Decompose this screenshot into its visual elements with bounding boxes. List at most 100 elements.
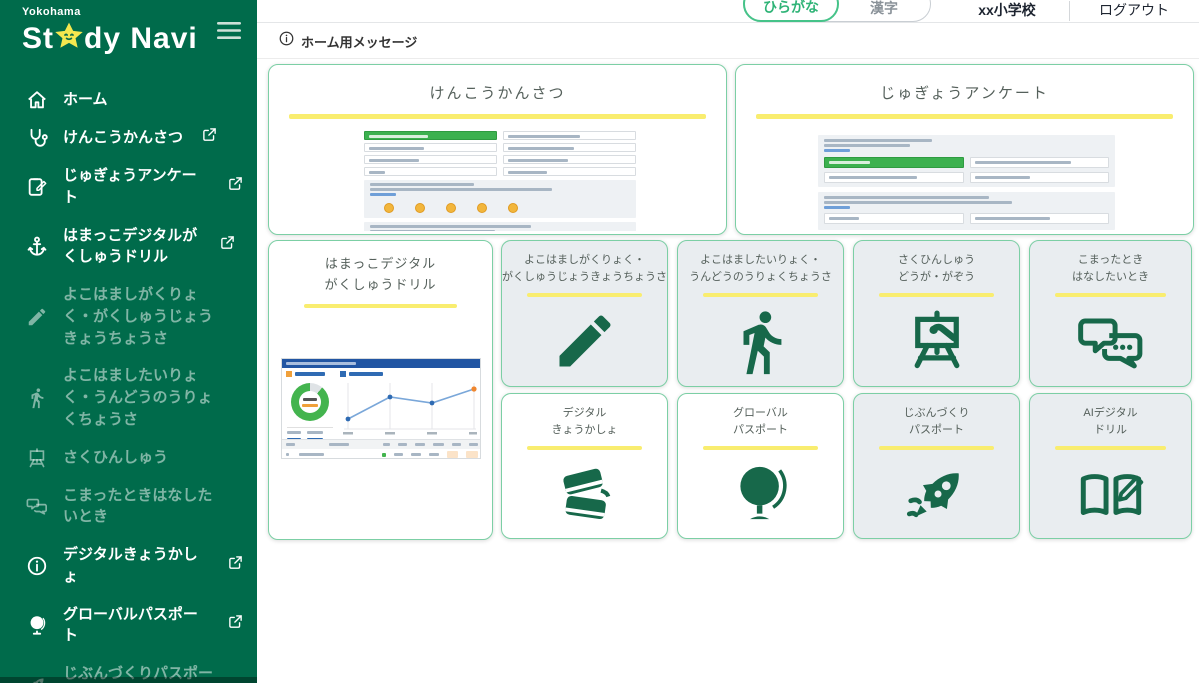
card-title: デジタル きょうかしょ	[502, 405, 667, 439]
runner-icon	[24, 387, 50, 409]
topbar: ひらがな 漢字 xx小学校 ログアウト	[257, 0, 1199, 23]
app-window: Yokohama Stdy Navi ホーム けんこうかんさつ じ	[0, 0, 1199, 683]
home-message-header: ホーム用メッセージ	[257, 23, 1199, 59]
easel-icon	[24, 447, 50, 469]
clipboard-pencil-icon	[24, 176, 50, 198]
yellow-underline	[756, 114, 1173, 119]
pencil-icon	[502, 307, 667, 375]
card-academic-survey[interactable]: よこはましがくりょく・ がくしゅうじょうきょうちょうさ	[501, 240, 668, 387]
external-link-icon	[228, 614, 243, 636]
yellow-underline	[879, 293, 994, 297]
card-digital-textbook[interactable]: デジタル きょうかしょ	[501, 393, 668, 539]
sidebar-item-label: よこはましがくりょく・がくしゅうじょうきょうちょうさ	[63, 284, 223, 349]
toggle-hiragana[interactable]: ひらがな	[743, 0, 839, 22]
card-global-passport[interactable]: グローバル パスポート	[677, 393, 844, 539]
card-title: じゅぎょうアンケート	[736, 82, 1193, 103]
star-face-icon	[54, 18, 84, 59]
card-works-collection[interactable]: さくひんしゅう どうが・がぞう	[853, 240, 1020, 387]
sidebar-item-label: じゅぎょうアンケート	[63, 165, 209, 209]
yellow-underline	[304, 304, 457, 308]
sidebar-bottom-shade	[0, 677, 257, 683]
sidebar-item-global-passport[interactable]: グローバルパスポート	[0, 596, 257, 656]
sidebar-item-label: さくひんしゅう	[63, 447, 168, 469]
external-link-icon	[202, 127, 217, 149]
card-health-check[interactable]: けんこうかんさつ	[268, 64, 727, 235]
script-toggle: ひらがな 漢字	[743, 0, 931, 22]
globe-icon	[24, 614, 50, 636]
sidebar-item-label: けんこうかんさつ	[63, 127, 183, 149]
rocket-icon	[854, 460, 1019, 530]
easel-brush-icon	[854, 307, 1019, 373]
card-class-survey[interactable]: じゅぎょうアンケート	[735, 64, 1194, 235]
sidebar-item-digital-textbook[interactable]: デジタルきょうかしょ	[0, 536, 257, 596]
card-title: よこはましがくりょく・ がくしゅうじょうきょうちょうさ	[502, 252, 667, 286]
topbar-divider	[1069, 1, 1070, 21]
books-icon	[502, 460, 667, 530]
sidebar-item-home[interactable]: ホーム	[0, 81, 257, 119]
sidebar-item-class-survey[interactable]: じゅぎょうアンケート	[0, 157, 257, 217]
brand: Yokohama Stdy Navi	[0, 0, 257, 59]
stethoscope-icon	[24, 127, 50, 149]
card-title: グローバル パスポート	[678, 405, 843, 439]
sidebar-nav: ホーム けんこうかんさつ じゅぎょうアンケート はまっこデジタルがくしゅうドリル…	[0, 81, 257, 683]
app-logo: Stdy Navi	[22, 18, 198, 59]
card-title: じぶんづくり パスポート	[854, 405, 1019, 439]
yellow-underline	[1055, 446, 1166, 450]
yellow-underline	[527, 293, 642, 297]
sidebar-item-label: ホーム	[63, 89, 108, 111]
yellow-underline	[1055, 293, 1166, 297]
brand-region-label: Yokohama	[22, 6, 198, 18]
school-name: xx小学校	[947, 0, 1067, 21]
card-title: よこはましたいりょく・ うんどうのうりょくちょうさ	[678, 252, 843, 286]
yellow-underline	[289, 114, 706, 119]
sidebar-item-label: よこはましたいりょく・うんどうのうりょくちょうさ	[63, 365, 223, 430]
card-hamakko-drill[interactable]: はまっこデジタル がくしゅうドリル	[268, 240, 493, 540]
sidebar-item-label: こまったときはなしたいとき	[63, 485, 223, 529]
main-content: ひらがな 漢字 xx小学校 ログアウト ホーム用メッセージ けんこうかんさつ	[257, 0, 1199, 683]
card-ai-digital-drill[interactable]: AIデジタル ドリル	[1029, 393, 1192, 539]
toggle-kanji[interactable]: 漢字	[838, 0, 930, 21]
yellow-underline	[527, 446, 642, 450]
sidebar-item-label: グローバルパスポート	[63, 604, 209, 648]
sidebar-item-works-collection[interactable]: さくひんしゅう	[0, 439, 257, 477]
health-form-thumbnail	[364, 131, 636, 231]
card-title: こまったとき はなしたいとき	[1030, 252, 1191, 286]
external-link-icon	[228, 555, 243, 577]
sidebar-item-academic-survey[interactable]: よこはましがくりょく・がくしゅうじょうきょうちょうさ	[0, 276, 257, 357]
yellow-underline	[879, 446, 994, 450]
sidebar-item-talk-when-troubled[interactable]: こまったときはなしたいとき	[0, 477, 257, 537]
yellow-underline	[703, 293, 818, 297]
section-title: ホーム用メッセージ	[301, 32, 417, 51]
card-title: さくひんしゅう どうが・がぞう	[854, 252, 1019, 286]
card-title: AIデジタル ドリル	[1030, 405, 1191, 439]
card-talk-when-troubled[interactable]: こまったとき はなしたいとき	[1029, 240, 1192, 387]
sidebar-item-fitness-survey[interactable]: よこはましたいりょく・うんどうのうりょくちょうさ	[0, 357, 257, 438]
sidebar-item-label: デジタルきょうかしょ	[63, 544, 209, 588]
sidebar-item-label: はまっこデジタルがくしゅうドリル	[63, 225, 207, 269]
logout-button[interactable]: ログアウト	[1079, 0, 1189, 21]
menu-hamburger-icon[interactable]	[217, 22, 241, 45]
external-link-icon	[228, 176, 243, 198]
home-icon	[24, 89, 50, 111]
external-link-icon	[220, 235, 235, 257]
info-circle-icon	[279, 31, 294, 51]
sidebar-item-health-check[interactable]: けんこうかんさつ	[0, 119, 257, 157]
card-self-making-passport[interactable]: じぶんづくり パスポート	[853, 393, 1020, 539]
drill-dashboard-thumbnail	[281, 358, 481, 459]
card-title: けんこうかんさつ	[269, 82, 726, 103]
card-fitness-survey[interactable]: よこはましたいりょく・ うんどうのうりょくちょうさ	[677, 240, 844, 387]
line-chart	[338, 379, 478, 437]
sidebar-item-hamakko-drill[interactable]: はまっこデジタルがくしゅうドリル	[0, 217, 257, 277]
sidebar: Yokohama Stdy Navi ホーム けんこうかんさつ じ	[0, 0, 257, 683]
yellow-underline	[703, 446, 818, 450]
anchor-icon	[24, 235, 50, 257]
pencil-icon	[24, 306, 50, 328]
survey-form-thumbnail	[818, 135, 1115, 230]
globe-icon	[678, 460, 843, 526]
runner-icon	[678, 307, 843, 377]
card-title: はまっこデジタル がくしゅうドリル	[269, 254, 492, 296]
open-book-pencil-icon	[1030, 460, 1191, 530]
info-circle-icon	[24, 555, 50, 577]
chat-bubbles-icon	[24, 495, 50, 517]
chat-bubbles-icon	[1030, 307, 1191, 377]
